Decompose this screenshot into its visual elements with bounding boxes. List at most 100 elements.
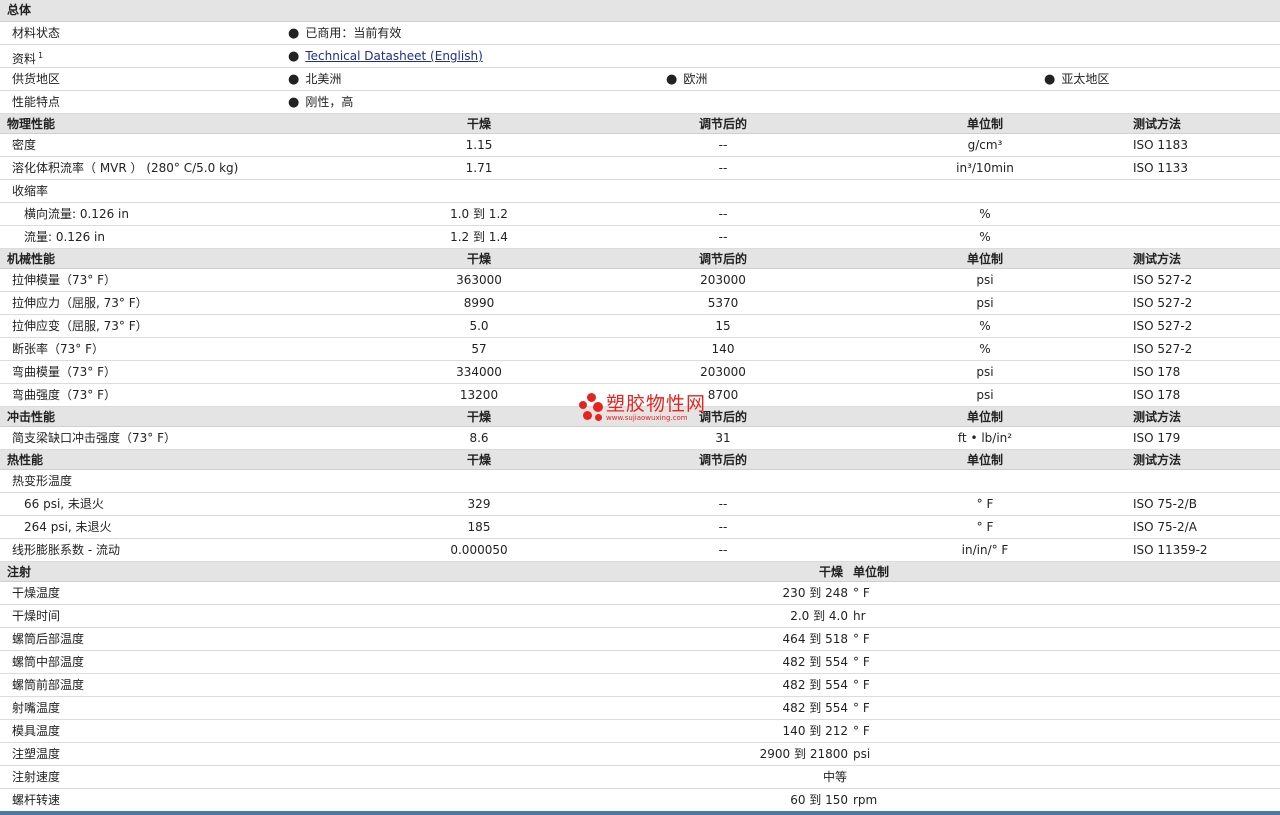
injection-value: 60 到 150 [790,793,848,807]
dry-column-header: 干燥 [466,410,491,424]
conditioned-value: -- [718,230,728,244]
dry-column-header: 干燥 [466,453,491,467]
region-label: 供货地区 [12,72,61,86]
property-row: 溶化体积流率（ MVR ） (280° C/5.0 kg) 1.71 -- in³/1… [0,157,1280,180]
injection-unit: ° F [853,701,870,715]
mechanical-title: 机械性能 [7,252,56,266]
unit-value: in/in/° F [961,543,1009,557]
property-label: 弯曲模量（73° F） [12,365,116,379]
property-row: 弯曲强度（73° F） 13200 8700 psi ISO 178 [0,384,1280,407]
docs-row: 资料 1 ● Technical Datasheet (English) [0,45,1280,68]
injection-label: 螺杆转速 [12,793,61,807]
injection-unit: ° F [853,678,870,692]
test-method: ISO 527-2 [1133,296,1193,310]
thermal-title: 热性能 [7,453,44,467]
test-method: ISO 75-2/A [1133,520,1197,534]
unit-value: % [979,230,991,244]
property-label: 简支梁缺口冲击强度（73° F） [12,431,176,445]
injection-label: 干燥温度 [12,586,61,600]
property-row: 断张率（73° F） 57 140% ISO 527-2 [0,338,1280,361]
property-row: 热变形温度 [0,470,1280,493]
dry-value: 1.15 [465,138,493,152]
technical-datasheet-link[interactable]: Technical Datasheet (English) [305,49,482,63]
region-north-america: ● 北美洲 [288,72,342,87]
injection-row: 注塑温度 2900 到 21800 psi [0,743,1280,766]
conditioned-value: 203000 [700,273,746,287]
region-asia-pacific: ● 亚太地区 [1044,72,1110,87]
bullet-icon: ● [1044,72,1056,87]
property-row: 收缩率 [0,180,1280,203]
bullet-icon: ● [666,72,678,87]
property-row: 横向流量: 0.126 in 1.0 到 1.2 --% [0,203,1280,226]
injection-row: 模具温度 140 到 212 ° F [0,720,1280,743]
injection-row: 射嘴温度 482 到 554 ° F [0,697,1280,720]
injection-value: 2900 到 21800 [759,747,848,761]
dry-column-header: 干燥 [466,252,491,266]
material-status-value: ● 已商用：当前有效 [288,26,402,41]
test-method: ISO 11359-2 [1133,543,1208,557]
unit-value: ° F [976,497,994,511]
unit-column-header: 单位制 [966,252,1003,266]
test-method: ISO 527-2 [1133,273,1193,287]
injection-unit: ° F [853,724,870,738]
injection-value: 482 到 554 [782,678,848,692]
injection-dry-header: 干燥 [819,565,844,579]
injection-unit: hr [853,609,866,623]
bullet-icon: ● [288,72,300,87]
physical-section-header: 物理性能 干燥 调节后的 单位制 测试方法 [0,114,1280,134]
dry-value: 0.000050 [450,543,508,557]
injection-unit: ° F [853,655,870,669]
injection-row: 螺筒后部温度 464 到 518 ° F [0,628,1280,651]
property-label: 264 psi, 未退火 [24,520,112,534]
mechanical-section-header: 机械性能 干燥 调节后的 单位制 测试方法 [0,249,1280,269]
property-label: 流量: 0.126 in [24,230,105,244]
property-row: 拉伸应变（屈服, 73° F） 5.0 15% ISO 527-2 [0,315,1280,338]
dry-value: 8.6 [469,431,489,445]
injection-unit: ° F [853,632,870,646]
conditioned-value: 31 [715,431,731,445]
conditioned-value: 15 [715,319,731,333]
test-method: ISO 178 [1133,388,1181,402]
injection-label: 螺筒前部温度 [12,678,85,692]
injection-section-header: 注射 干燥 单位制 [0,562,1280,582]
impact-section-header: 冲击性能 干燥 调节后的 单位制 测试方法 [0,407,1280,427]
bullet-icon: ● [288,95,300,110]
test-method: ISO 178 [1133,365,1181,379]
unit-value: % [979,207,991,221]
injection-label: 注射速度 [12,770,61,784]
dry-value: 1.71 [465,161,493,175]
features-label: 性能特点 [12,95,61,109]
injection-row: 干燥时间 2.0 到 4.0 hr [0,605,1280,628]
test-method: ISO 527-2 [1133,342,1193,356]
docs-label: 资料 1 [12,51,44,66]
property-row: 密度 1.15 -- g/cm³ ISO 1183 [0,134,1280,157]
bullet-icon: ● [288,49,300,64]
unit-value: ° F [976,520,994,534]
impact-title: 冲击性能 [7,410,56,424]
test-method: ISO 1183 [1133,138,1188,152]
method-column-header: 测试方法 [1133,252,1182,266]
general-title: 总体 [7,3,32,17]
injection-row: 螺筒中部温度 482 到 554 ° F [0,651,1280,674]
dry-value: 363000 [456,273,502,287]
conditioned-column-header: 调节后的 [698,117,747,131]
property-label: 拉伸应力（屈服, 73° F） [12,296,148,310]
injection-label: 模具温度 [12,724,61,738]
unit-value: psi [976,388,994,402]
test-method: ISO 75-2/B [1133,497,1197,511]
dry-value: 334000 [456,365,502,379]
features-row: 性能特点 ● 刚性，高 [0,91,1280,114]
thermal-section-header: 热性能 干燥 调节后的 单位制 测试方法 [0,450,1280,470]
property-row: 流量: 0.126 in 1.2 到 1.4 --% [0,226,1280,249]
property-label: 线形膨胀系数 - 流动 [12,543,120,557]
conditioned-value: -- [718,543,728,557]
unit-value: psi [976,365,994,379]
injection-value: 2.0 到 4.0 [790,609,848,623]
property-label: 密度 [12,138,37,152]
property-row: 拉伸模量（73° F） 363000 203000 psi ISO 527-2 [0,269,1280,292]
injection-unit: ° F [853,586,870,600]
injection-row: 螺筒前部温度 482 到 554 ° F [0,674,1280,697]
dry-value: 5.0 [469,319,489,333]
dry-value: 1.0 到 1.2 [450,207,508,221]
bullet-icon: ● [288,26,300,41]
